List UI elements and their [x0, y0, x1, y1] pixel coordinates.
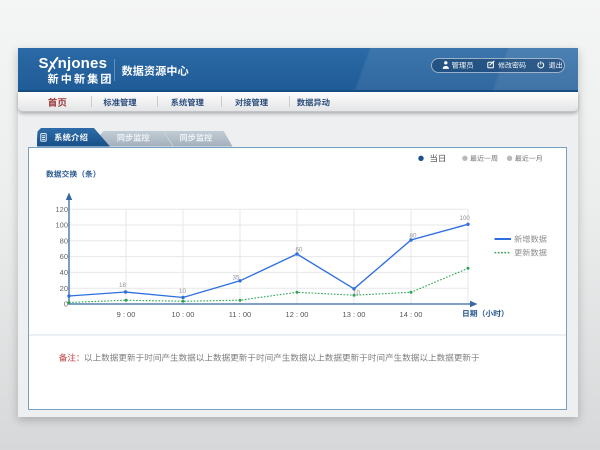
svg-text:40: 40 — [60, 268, 68, 277]
svg-text:35: 35 — [233, 275, 240, 282]
svg-text:80: 80 — [410, 233, 417, 240]
svg-text:10: 10 — [179, 288, 186, 295]
svg-text:18: 18 — [119, 282, 126, 289]
svg-text:60: 60 — [60, 252, 68, 261]
svg-text:14 : 00: 14 : 00 — [400, 310, 423, 319]
svg-text:100: 100 — [55, 221, 68, 230]
svg-text:60: 60 — [296, 247, 303, 254]
svg-text:13 : 00: 13 : 00 — [343, 310, 366, 319]
svg-text:9 : 00: 9 : 00 — [117, 310, 136, 319]
svg-text:20: 20 — [60, 284, 68, 293]
svg-text:80: 80 — [60, 236, 68, 245]
svg-text:100: 100 — [460, 215, 471, 222]
svg-text:12 : 00: 12 : 00 — [286, 310, 309, 319]
svg-text:10: 10 — [353, 290, 360, 297]
svg-text:10 : 00: 10 : 00 — [172, 310, 195, 319]
svg-text:11 : 00: 11 : 00 — [229, 310, 251, 319]
svg-text:120: 120 — [55, 205, 68, 214]
svg-text:0: 0 — [64, 300, 68, 309]
